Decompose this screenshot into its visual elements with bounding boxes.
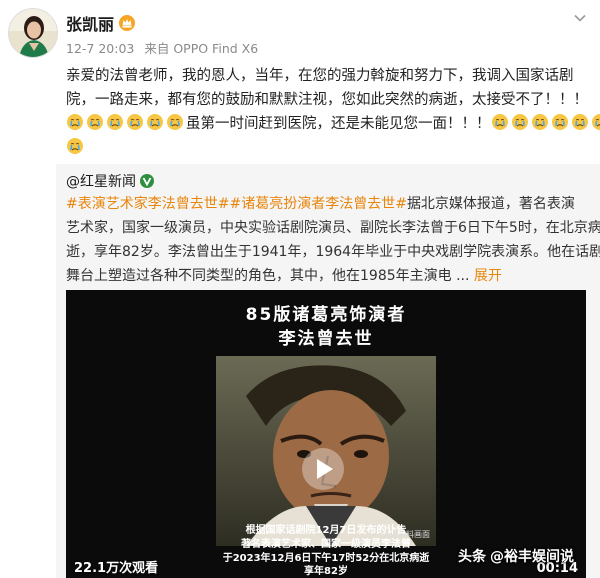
repost-line: 艺术家，国家一级演员，中央实验话剧院演员、副院长李法曾于6日下午5时，在北京病 [66, 220, 600, 236]
crying-emoji-icon [87, 114, 103, 130]
topic-link[interactable]: #表演艺术家李法曾去世# [66, 196, 229, 212]
username[interactable]: 张凯丽 [66, 11, 136, 35]
content-line-with-emoji: 虽第一时间赶到医院，还是未能见您一面！！！ [66, 112, 600, 136]
content-line: 院，一路走来，都有您的鼓励和默默注视，您如此突然的病逝，太接受不了！！！ [66, 92, 588, 108]
username-text[interactable]: 张凯丽 [66, 11, 114, 35]
expand-link[interactable]: 展开 [474, 268, 502, 284]
repost-text-segment: 据北京媒体报道，著名表演 [406, 196, 575, 212]
crying-emoji-icon [571, 114, 588, 130]
crying-emoji-icon [147, 114, 163, 130]
post-meta: 12-7 20:03 来自 OPPO Find X6 [66, 38, 264, 57]
crying-emoji-icon [531, 114, 548, 130]
watermark: 头条 @裕丰娱间说 [458, 546, 574, 566]
video-player[interactable]: 85版诸葛亮饰演者 李法曾去世 影视资料画面 根据国家话剧院12月7日发布的讣告… [66, 290, 586, 578]
crying-emoji-icon [127, 114, 143, 130]
crying-emoji-icon [67, 114, 83, 130]
video-title-line: 李法曾去世 [278, 329, 374, 349]
avatar[interactable] [8, 8, 58, 58]
crying-emoji-icon [167, 114, 183, 130]
post-time: 12-7 20:03 [66, 41, 135, 56]
view-count: 22.1万次观看 [74, 561, 159, 576]
content-line-emoji [66, 136, 591, 160]
topic-link[interactable]: #诸葛亮扮演者李法曾去世# [229, 196, 406, 212]
repost-text: #表演艺术家李法曾去世##诸葛亮扮演者李法曾去世#据北京媒体报道，著名表演 艺术… [66, 192, 600, 288]
crying-emoji-icon [511, 114, 528, 130]
video-title-line: 85版诸葛亮饰演者 [245, 305, 407, 325]
crying-emoji-icon [491, 114, 508, 130]
watermark-account: @裕丰娱间说 [490, 549, 574, 565]
verified-badge-icon [140, 174, 154, 188]
content-text: 虽第一时间赶到医院，还是未能见您一面！！！ [186, 116, 491, 132]
crying-emoji-icon [67, 138, 83, 154]
post-source: 来自 OPPO Find X6 [144, 41, 259, 56]
crying-emoji-icon [107, 114, 123, 130]
play-button[interactable] [302, 448, 344, 490]
repost-author-name[interactable]: @红星新闻 [66, 171, 136, 191]
repost-author[interactable]: @红星新闻 [66, 171, 155, 191]
vip-crown-icon [119, 15, 136, 31]
watermark-brand: 头条 [458, 549, 486, 565]
post-content: 亲爱的法曾老师，我的恩人，当年，在您的强力斡旋和努力下，我调入国家话剧 院，一路… [66, 64, 600, 160]
chevron-down-icon[interactable] [572, 10, 588, 26]
content-line: 亲爱的法曾老师，我的恩人，当年，在您的强力斡旋和努力下，我调入国家话剧 [66, 68, 574, 84]
repost-line: #表演艺术家李法曾去世##诸葛亮扮演者李法曾去世#据北京媒体报道，著名表演 [66, 192, 594, 216]
crying-emoji-icon [591, 114, 600, 130]
repost-card[interactable]: @红星新闻 #表演艺术家李法曾去世##诸葛亮扮演者李法曾去世#据北京媒体报道，著… [56, 164, 600, 578]
crying-emoji-icon [551, 114, 568, 130]
repost-text-segment: 舞台上塑造过各种不同类型的角色，其中，他在1985年主演电 ... [66, 268, 470, 284]
repost-line: 舞台上塑造过各种不同类型的角色，其中，他在1985年主演电 ... 展开 [66, 264, 594, 288]
repost-line: 逝，享年82岁。李法曾出生于1941年，1964年毕业于中央戏剧学院表演系。他在… [66, 244, 600, 260]
weibo-post: 张凯丽 12-7 20:03 来自 OPPO Find X6 亲爱的法曾老师，我… [0, 0, 600, 578]
play-icon [317, 459, 333, 479]
video-subtitle: 根据国家话剧院12月7日发布的讣告 [245, 525, 407, 536]
